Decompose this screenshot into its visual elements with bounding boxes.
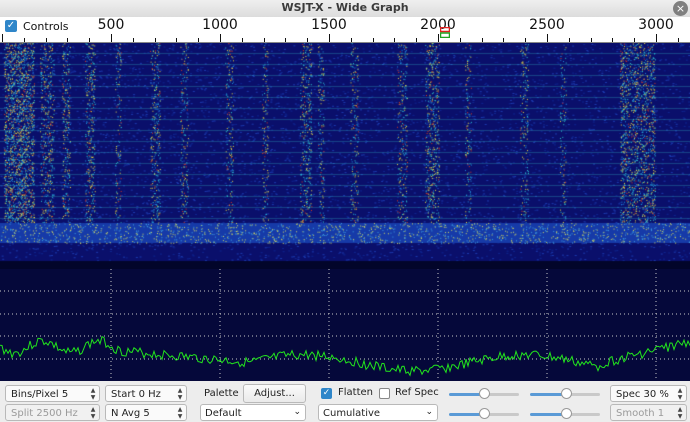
ruler-tick [23, 38, 25, 42]
spec-gain-slider[interactable] [530, 388, 600, 400]
ruler-tick [176, 38, 178, 42]
ruler-tick [372, 38, 374, 42]
ruler-tick [67, 38, 69, 42]
smooth-value: Smooth 1 [616, 408, 665, 419]
palette-select[interactable]: Default ⌄ [200, 404, 306, 421]
gain-slider[interactable] [449, 388, 519, 400]
spin-arrows-icon[interactable]: ▲ ▼ [176, 387, 184, 401]
title-bar: WSJT-X - Wide Graph × [0, 0, 690, 18]
ruler-tick [329, 34, 330, 42]
tick-label-2500: 2500 [529, 17, 565, 33]
zero-slider[interactable] [449, 408, 519, 420]
spectrum-grid [0, 269, 690, 381]
tx-frequency-marker[interactable] [440, 27, 450, 38]
spec-zero-slider[interactable] [530, 408, 600, 420]
spec-percent-spinbox[interactable]: Spec 30 % ▲ ▼ [610, 385, 687, 402]
spin-arrows-icon[interactable]: ▲ ▼ [89, 387, 97, 401]
ruler-tick [285, 38, 287, 42]
adjust-button[interactable]: Adjust... [243, 384, 306, 403]
ruler-tick [263, 38, 265, 42]
ruler-tick [45, 38, 47, 42]
ruler-tick [438, 34, 439, 42]
waterfall-display[interactable] [0, 43, 690, 269]
slider-handle[interactable] [479, 408, 490, 419]
spin-arrows-icon: ▲ ▼ [90, 406, 96, 420]
bins-per-pixel-spinbox[interactable]: Bins/Pixel 5 ▲ ▼ [5, 385, 100, 402]
ruler-tick [198, 38, 200, 42]
ref-spec-checkbox[interactable] [379, 388, 390, 399]
ruler-tick [307, 38, 309, 42]
ref-spec-label: Ref Spec [395, 387, 439, 398]
ruler-tick [612, 38, 614, 42]
start-frequency-value: Start 0 Hz [111, 389, 161, 400]
ruler-tick [154, 38, 156, 42]
ruler-tick [503, 38, 505, 42]
slider-handle[interactable] [561, 388, 572, 399]
ruler-tick [241, 38, 243, 42]
ruler-tick [350, 38, 352, 42]
spectrum-mode-value: Cumulative [323, 408, 381, 419]
ruler-tick [525, 38, 527, 42]
spin-arrows-icon[interactable]: ▲ ▼ [176, 406, 184, 420]
palette-label: Palette [204, 388, 239, 399]
chevron-down-icon: ⌄ [425, 407, 433, 417]
slider-handle[interactable] [479, 388, 490, 399]
tick-label-1500: 1500 [311, 17, 347, 33]
flatten-label: Flatten [338, 387, 373, 398]
spectrum-plot [0, 269, 690, 381]
chevron-down-icon: ⌄ [293, 407, 301, 417]
bins-per-pixel-value: Bins/Pixel 5 [11, 389, 69, 400]
ruler-tick [2, 34, 3, 42]
ruler-tick [481, 38, 483, 42]
ruler-tick [132, 38, 134, 42]
flatten-checkbox[interactable]: ✓ [321, 388, 332, 399]
split-spinbox: Split 2500 Hz ▲ ▼ [5, 404, 100, 421]
ruler-tick [568, 38, 570, 42]
ruler-tick [590, 38, 592, 42]
ruler-tick [677, 38, 679, 42]
tick-label-500: 500 [97, 17, 125, 33]
spectrum-display[interactable] [0, 269, 690, 381]
ruler-tick [220, 34, 221, 42]
spectrum-trace [0, 335, 690, 377]
frequency-ruler[interactable]: ✓ Controls 500 1000 1500 2000 2500 3000 [0, 17, 690, 43]
spectrum-mode-select[interactable]: Cumulative ⌄ [318, 404, 438, 421]
controls-checkbox[interactable]: ✓ [5, 20, 17, 32]
spin-arrows-icon[interactable]: ▲ ▼ [676, 387, 684, 401]
spec-percent-value: Spec 30 % [616, 389, 669, 400]
ruler-tick [634, 38, 636, 42]
tick-label-3000: 3000 [638, 17, 674, 33]
window-title: WSJT-X - Wide Graph [281, 1, 409, 14]
ruler-tick [547, 34, 548, 42]
n-avg-value: N Avg 5 [111, 408, 150, 419]
ruler-tick [394, 38, 396, 42]
tick-label-2000: 2000 [420, 17, 456, 33]
slider-handle[interactable] [561, 408, 572, 419]
waterfall-canvas [0, 43, 690, 269]
smooth-spinbox: Smooth 1 ▲ ▼ [610, 404, 687, 421]
tick-label-1000: 1000 [202, 17, 238, 33]
palette-value: Default [205, 408, 242, 419]
split-value: Split 2500 Hz [11, 408, 78, 419]
ruler-tick [416, 38, 418, 42]
spin-arrows-icon: ▲ ▼ [677, 406, 683, 420]
controls-label: Controls [23, 20, 69, 33]
close-icon[interactable]: × [673, 1, 688, 16]
ruler-tick [656, 34, 657, 42]
ruler-tick [89, 38, 91, 42]
ruler-tick [459, 38, 461, 42]
controls-panel: Bins/Pixel 5 ▲ ▼ Split 2500 Hz ▲ ▼ Start 0… [0, 381, 690, 422]
ruler-tick [111, 34, 112, 42]
n-avg-spinbox[interactable]: N Avg 5 ▲ ▼ [105, 404, 187, 421]
start-frequency-spinbox[interactable]: Start 0 Hz ▲ ▼ [105, 385, 187, 402]
